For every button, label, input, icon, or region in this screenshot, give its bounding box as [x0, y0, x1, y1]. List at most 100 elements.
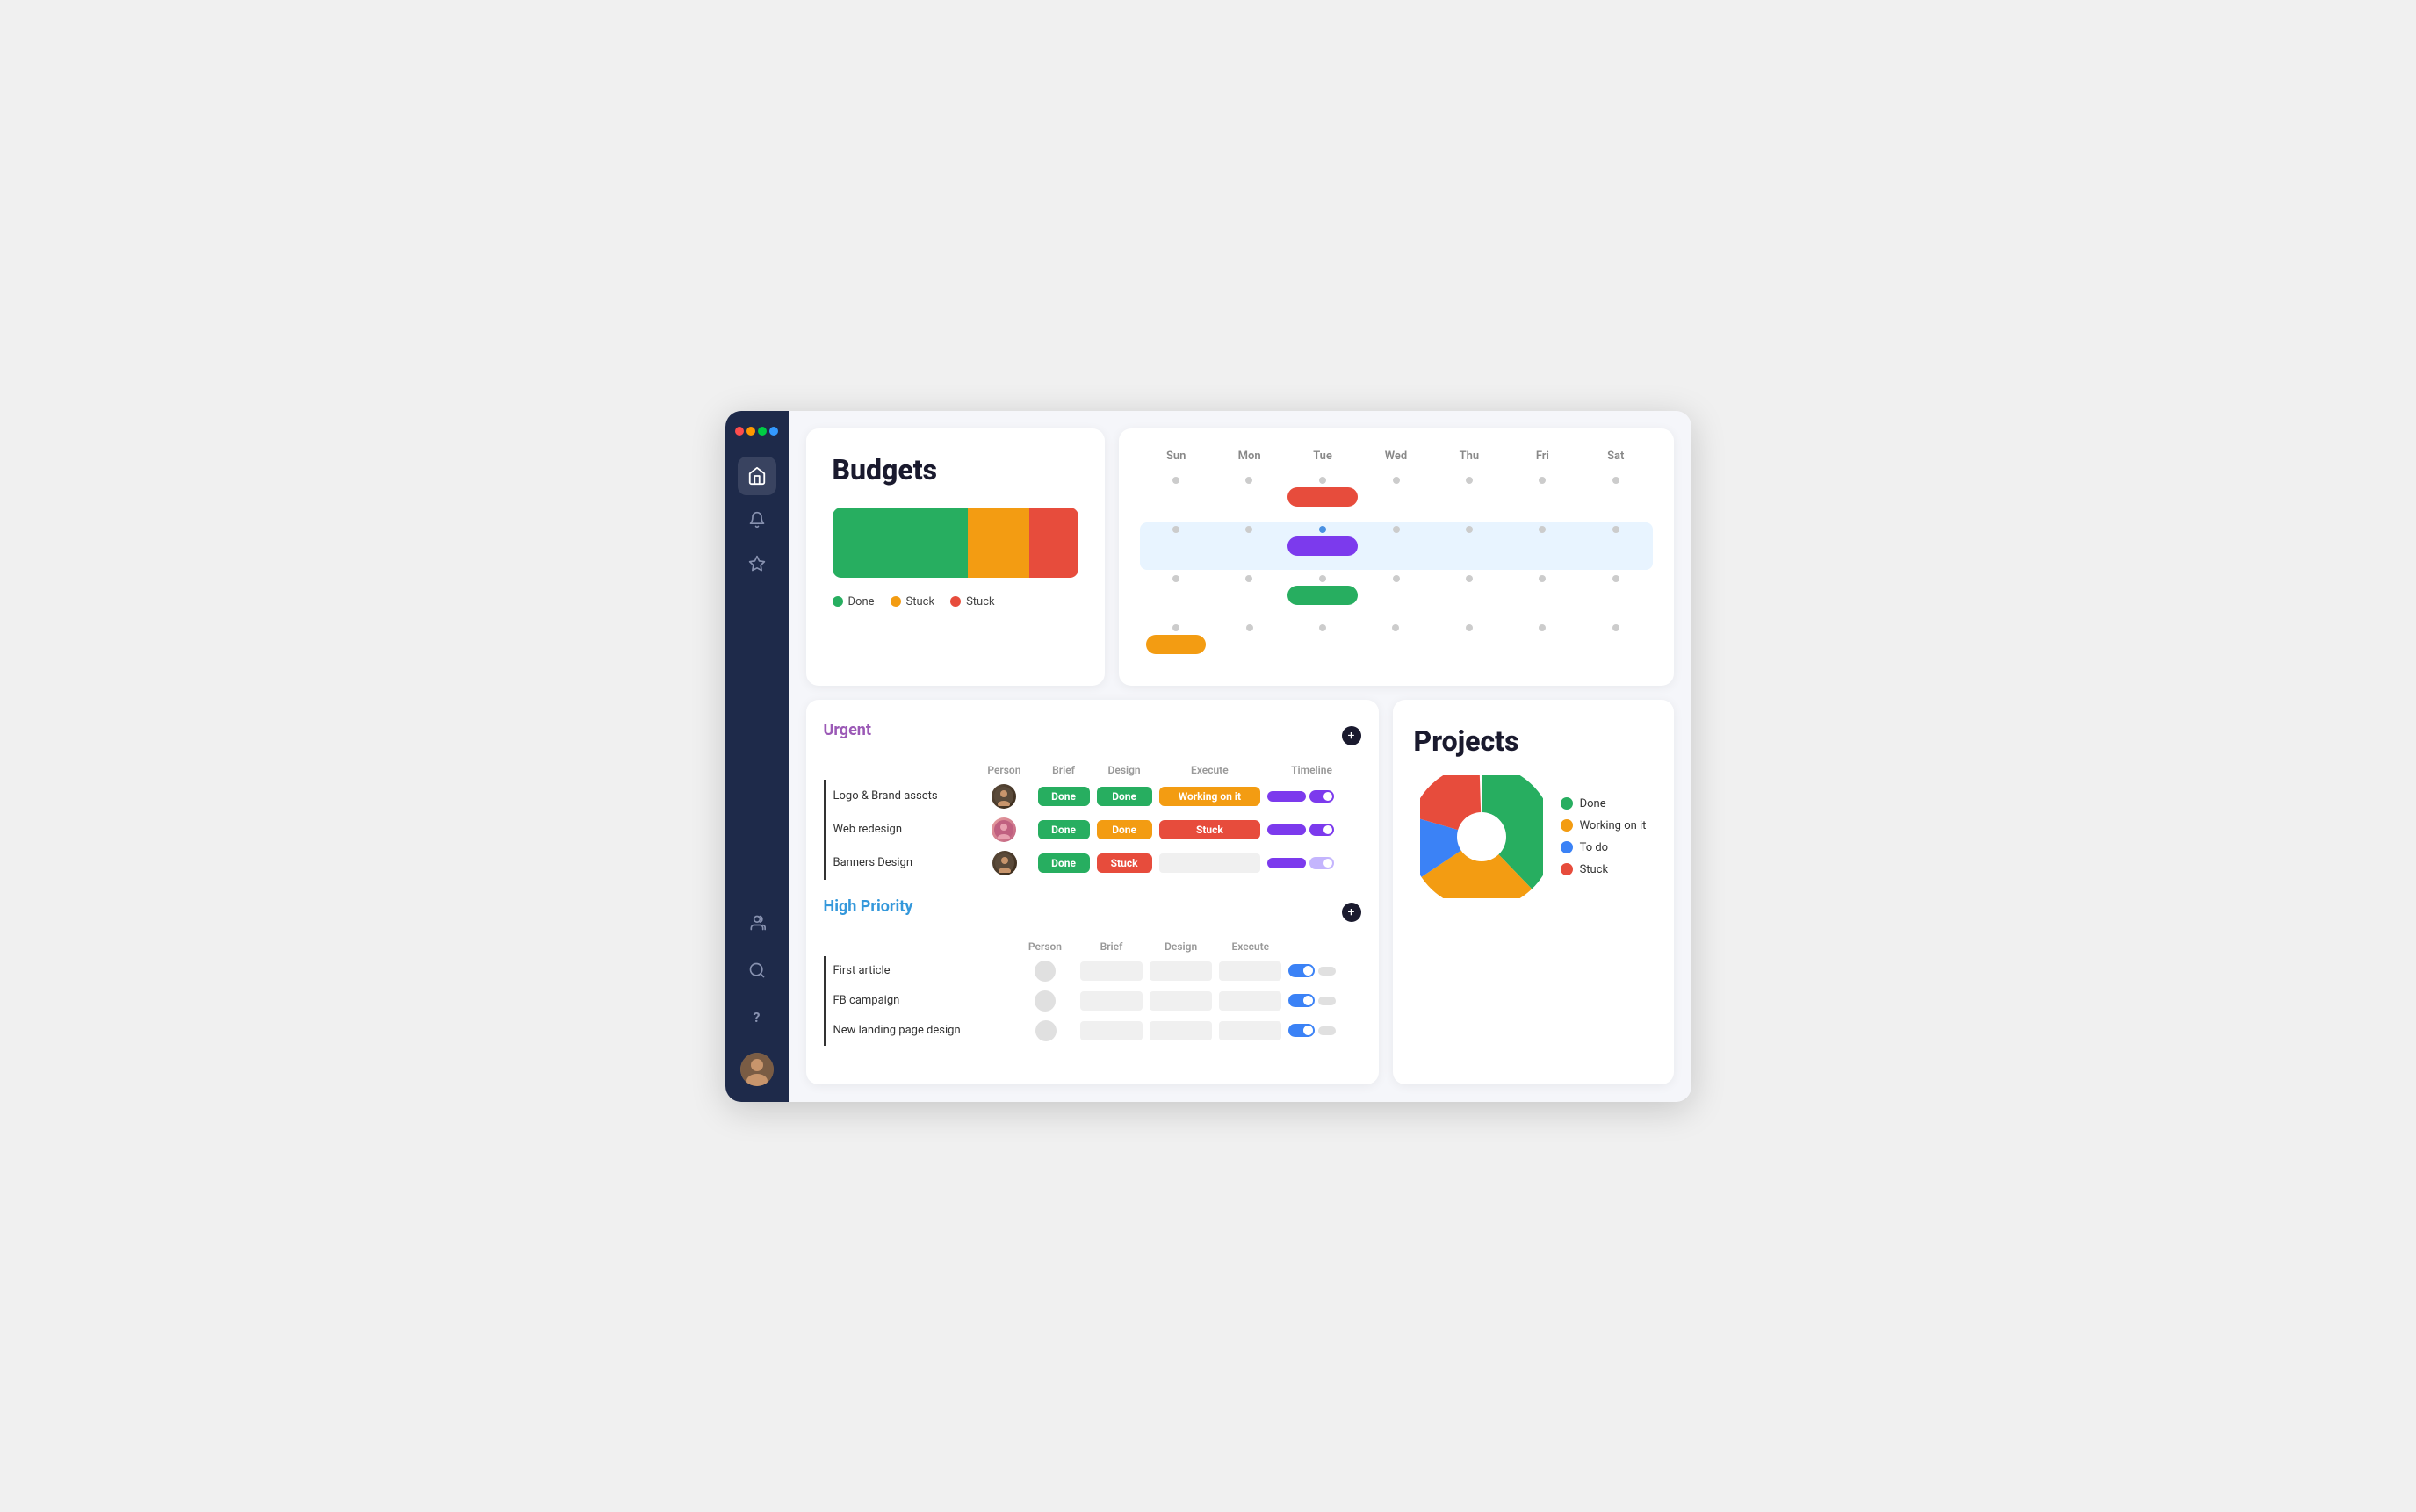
sidebar-bottom: ?	[738, 904, 776, 1086]
budget-bar	[833, 508, 1078, 578]
sidebar-item-people[interactable]	[738, 904, 776, 942]
task-design-logo: Done	[1093, 780, 1156, 813]
task-name-web: Web redesign	[825, 813, 976, 846]
hp-toggle-2	[1285, 1016, 1359, 1046]
cell-0-3	[1359, 473, 1432, 521]
task-avatar-web	[976, 813, 1035, 846]
hp-toggle-0	[1285, 956, 1359, 986]
top-row: Budgets Done Stuck	[806, 428, 1674, 686]
cell-3-3	[1359, 621, 1432, 668]
budget-legend: Done Stuck Stuck	[833, 595, 1078, 608]
cell-3-1	[1213, 621, 1286, 668]
task-execute-web: Stuck	[1156, 813, 1265, 846]
cell-3-6	[1579, 621, 1652, 668]
th-brief: Brief	[1035, 760, 1093, 780]
logo-dot-orange	[746, 427, 755, 436]
toggle-logo[interactable]	[1309, 790, 1334, 803]
hp-toggle-1	[1285, 986, 1359, 1016]
high-priority-title: High Priority	[824, 897, 913, 916]
calendar-card: Sun Mon Tue Wed Thu Fri Sat	[1119, 428, 1674, 686]
task-name-logo: Logo & Brand assets	[825, 780, 976, 813]
hp-toggle-btn-1[interactable]	[1288, 994, 1315, 1007]
hp-person-empty-2	[1035, 1020, 1057, 1041]
legend-dot-done	[833, 596, 843, 607]
toggle-banners[interactable]	[1309, 857, 1334, 869]
legend-dot-stuck2	[950, 596, 961, 607]
projects-legend: Done Working on it To do Stuck	[1561, 797, 1647, 876]
cell-0-4	[1433, 473, 1506, 521]
cell-1-6	[1579, 522, 1652, 570]
high-priority-add-button[interactable]: +	[1342, 903, 1361, 922]
sidebar: ?	[725, 411, 789, 1102]
legend-dot-stuck1	[891, 596, 901, 607]
hp-th-execute: Execute	[1215, 937, 1285, 956]
avatar-web	[992, 817, 1016, 842]
sidebar-nav	[738, 457, 776, 896]
task-design-web: Done	[1093, 813, 1156, 846]
logo-dot-green	[758, 427, 767, 436]
hp-execute-2	[1215, 1016, 1285, 1046]
hp-th-task-name	[825, 937, 1015, 956]
sidebar-item-home[interactable]	[738, 457, 776, 495]
toggle-web[interactable]	[1309, 824, 1334, 836]
hp-toggle-btn-2[interactable]	[1288, 1024, 1315, 1037]
hp-person-empty-0	[1035, 961, 1056, 982]
task-brief-logo: Done	[1035, 780, 1093, 813]
avatar[interactable]	[740, 1053, 774, 1086]
hp-brief-empty-1	[1080, 991, 1143, 1011]
sidebar-item-notifications[interactable]	[738, 500, 776, 539]
budget-segment-done	[833, 508, 968, 578]
cell-1-3	[1359, 522, 1432, 570]
hp-brief-empty-0	[1080, 961, 1143, 981]
high-priority-table: Person Brief Design Execute First articl…	[824, 937, 1361, 1046]
hp-person-empty-1	[1035, 990, 1056, 1012]
calendar-row-3	[1140, 621, 1653, 668]
day-sun: Sun	[1140, 446, 1213, 466]
hp-toggle-secondary-0	[1318, 967, 1336, 976]
cell-2-0	[1140, 572, 1213, 619]
pie-legend-row: Done Working on it To do Stuck	[1420, 775, 1647, 898]
cell-2-2	[1286, 572, 1359, 619]
hp-toggle-btn-0[interactable]	[1288, 964, 1315, 977]
day-fri: Fri	[1506, 446, 1579, 466]
cell-2-3	[1359, 572, 1432, 619]
th-execute: Execute	[1156, 760, 1265, 780]
app-container: ? Budgets	[725, 411, 1691, 1102]
task-execute-banners-empty	[1159, 853, 1261, 873]
cell-3-5	[1506, 621, 1579, 668]
day-sat: Sat	[1579, 446, 1652, 466]
hp-avatar-2	[1015, 1016, 1077, 1046]
avatar-banners	[992, 851, 1017, 875]
task-timeline-banners	[1264, 846, 1359, 880]
budget-segment-stuck1	[968, 508, 1029, 578]
hp-row-2: New landing page design	[825, 1016, 1359, 1046]
cell-2-5	[1506, 572, 1579, 619]
timeline-bar-logo	[1267, 791, 1306, 802]
hp-th-person: Person	[1015, 937, 1077, 956]
hp-brief-2	[1077, 1016, 1146, 1046]
urgent-row-2: Banners Design Done Stuck	[825, 846, 1359, 880]
th-person: Person	[976, 760, 1035, 780]
sidebar-item-favorites[interactable]	[738, 544, 776, 583]
logo-dot-red	[735, 427, 744, 436]
avatar-logo	[992, 784, 1016, 809]
cal-event-orange	[1146, 635, 1206, 654]
hp-design-empty-2	[1150, 1021, 1212, 1040]
calendar-body	[1140, 473, 1653, 668]
legend-dot-proj-stuck	[1561, 863, 1573, 875]
cell-2-4	[1433, 572, 1506, 619]
urgent-add-button[interactable]: +	[1342, 726, 1361, 745]
hp-task-name-0: First article	[825, 956, 1015, 986]
sidebar-item-help[interactable]: ?	[738, 998, 776, 1037]
bottom-row: Urgent + Person Brief Design Execute Tim…	[806, 700, 1674, 1084]
hp-task-name-1: FB campaign	[825, 986, 1015, 1016]
sidebar-item-search[interactable]	[738, 951, 776, 990]
day-tue: Tue	[1286, 446, 1359, 466]
logo[interactable]	[735, 427, 778, 436]
hp-brief-empty-2	[1080, 1021, 1143, 1040]
cal-event-red	[1287, 487, 1358, 507]
cell-0-5	[1506, 473, 1579, 521]
budgets-card: Budgets Done Stuck	[806, 428, 1105, 686]
hp-design-0	[1146, 956, 1215, 986]
hp-th-design: Design	[1146, 937, 1215, 956]
